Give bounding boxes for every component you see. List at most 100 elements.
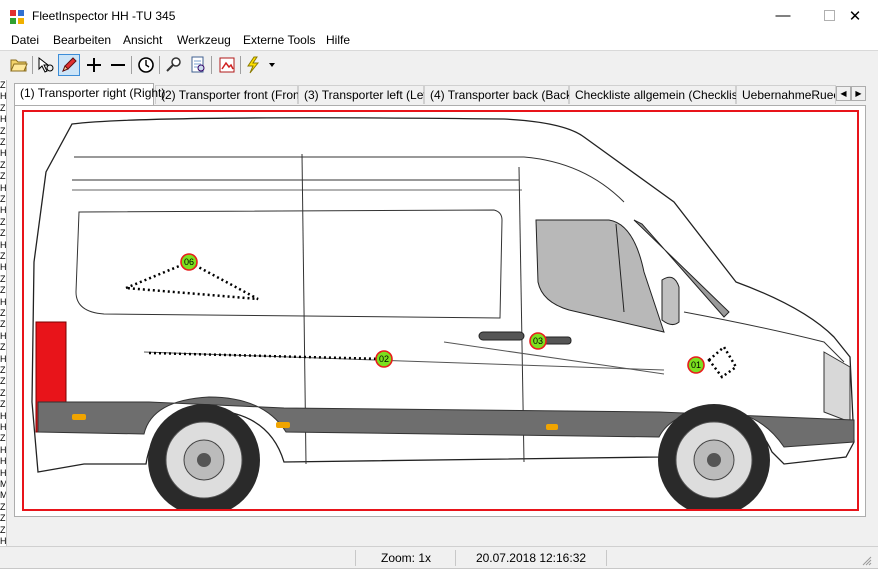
minimize-icon: —	[775, 7, 791, 24]
background-list-item: Z	[0, 399, 6, 410]
toolbar	[0, 50, 878, 79]
zoom-in-button[interactable]	[83, 54, 105, 76]
background-list-item: Z	[0, 125, 6, 136]
search-button[interactable]	[163, 54, 185, 76]
background-list-item: H	[0, 353, 6, 364]
menu-externe-tools[interactable]: Externe Tools	[242, 33, 317, 47]
toolbar-separator	[240, 56, 241, 74]
status-bar: Zoom: 1x 20.07.2018 12:16:32	[0, 546, 878, 569]
background-list-item: Z	[0, 524, 6, 535]
background-list-item: H	[0, 182, 6, 193]
chevron-left-icon: ◀	[840, 89, 847, 98]
pdf-export-icon	[219, 57, 235, 73]
background-list-strip: ZHZHZZHZZHZHZZHZHZZHZZHZHZZZZHHZHHHMMZZZ…	[0, 80, 7, 546]
marker-label: 01	[691, 360, 701, 370]
background-list-item: H	[0, 91, 6, 102]
background-list-item: Z	[0, 102, 6, 113]
background-list-item: H	[0, 239, 6, 250]
minus-icon	[111, 64, 125, 66]
background-list-item: H	[0, 410, 6, 421]
document-preview-icon	[191, 56, 205, 73]
menu-werkzeug[interactable]: Werkzeug	[176, 33, 232, 47]
background-list-item: H	[0, 205, 6, 216]
tab-uebernahme-rueck[interactable]: UebernahmeRueck	[736, 85, 836, 104]
toolbar-separator	[32, 56, 33, 74]
background-list-item: H	[0, 148, 6, 159]
tab-transporter-left[interactable]: (3) Transporter left (Left)	[298, 85, 434, 104]
open-folder-icon	[10, 59, 28, 72]
background-list-item: H	[0, 444, 6, 455]
van-right-side-drawing: 06 02 03 01	[31, 117, 855, 509]
damage-marker-06[interactable]: 03	[529, 332, 547, 350]
background-list-item: Z	[0, 80, 6, 90]
window-title: FleetInspector HH -TU 345	[32, 9, 176, 23]
tab-scroll-right-button[interactable]: ▶	[851, 86, 866, 101]
draw-button[interactable]	[58, 54, 80, 76]
tab-strip: (1) Transporter right (Right) (2) Transp…	[14, 83, 866, 105]
tab-transporter-right[interactable]: (1) Transporter right (Right)	[14, 83, 165, 105]
resize-grip-icon[interactable]	[862, 555, 872, 566]
damage-marker-01[interactable]: 01	[687, 356, 705, 374]
minimize-button[interactable]: —	[760, 0, 806, 31]
app-icon	[10, 10, 24, 24]
menu-hilfe[interactable]: Hilfe	[325, 33, 351, 47]
bottom-strip	[0, 568, 878, 574]
background-list-item: Z	[0, 159, 6, 170]
zoom-out-button[interactable]	[107, 54, 129, 76]
marker-label: 02	[379, 354, 389, 364]
preview-button[interactable]	[187, 54, 209, 76]
background-list-item: Z	[0, 171, 6, 182]
pdf-export-button[interactable]	[216, 54, 238, 76]
background-list-item: H	[0, 296, 6, 307]
background-list-item: Z	[0, 228, 6, 239]
background-list-item: Z	[0, 308, 6, 318]
tab-transporter-back[interactable]: (4) Transporter back (Back)	[424, 85, 576, 104]
background-list-item: Z	[0, 501, 6, 512]
lightning-dropdown-icon	[247, 56, 275, 74]
toolbar-separator	[131, 56, 132, 74]
background-list-item: Z	[0, 319, 6, 330]
toolbar-separator	[211, 56, 212, 74]
plus-icon	[87, 58, 101, 72]
pencil-icon	[62, 57, 77, 72]
background-list-item: Z	[0, 285, 6, 296]
select-button[interactable]	[35, 54, 57, 76]
close-button[interactable]: ✕	[832, 0, 878, 31]
tab-checkliste-allgemein[interactable]: Checkliste allgemein (Checkliste)	[569, 85, 752, 104]
vehicle-damage-canvas[interactable]: 06 02 03 01	[22, 110, 859, 511]
damage-marker-02[interactable]: 02	[375, 350, 393, 368]
background-list-item: Z	[0, 513, 6, 524]
background-list-item: H	[0, 467, 6, 478]
background-list-item: M	[0, 490, 6, 501]
menu-datei[interactable]: Datei	[10, 33, 40, 47]
background-list-item: Z	[0, 137, 6, 147]
title-bar: FleetInspector HH -TU 345 — ✕	[0, 0, 878, 31]
background-list-item: Z	[0, 251, 6, 261]
background-list-item: M	[0, 479, 6, 489]
background-list-item: H	[0, 330, 6, 341]
menu-bearbeiten[interactable]: Bearbeiten	[52, 33, 112, 47]
chevron-right-icon: ▶	[855, 89, 862, 98]
close-icon: ✕	[848, 7, 862, 25]
tab-scroll-left-button[interactable]: ◀	[836, 86, 851, 101]
tab-transporter-front[interactable]: (2) Transporter front (Front)	[155, 85, 307, 104]
damage-marker-03[interactable]: 06	[180, 253, 198, 271]
background-list-item: H	[0, 456, 6, 467]
clock-icon	[138, 57, 154, 73]
background-list-item: Z	[0, 376, 6, 387]
background-list-item: Z	[0, 194, 6, 204]
actions-dropdown-button[interactable]	[245, 54, 279, 76]
open-button[interactable]	[8, 54, 30, 76]
menu-ansicht[interactable]: Ansicht	[122, 33, 163, 47]
background-list-item: Z	[0, 342, 6, 353]
background-list-item: Z	[0, 273, 6, 284]
background-list-item: Z	[0, 433, 6, 444]
background-list-item: H	[0, 422, 6, 432]
marker-label: 03	[533, 336, 543, 346]
datetime-status: 20.07.2018 12:16:32	[455, 550, 607, 566]
zoom-status: Zoom: 1x	[355, 550, 456, 566]
background-list-item: Z	[0, 387, 6, 398]
background-list-item: Z	[0, 365, 6, 375]
toolbar-separator	[159, 56, 160, 74]
history-button[interactable]	[135, 54, 157, 76]
